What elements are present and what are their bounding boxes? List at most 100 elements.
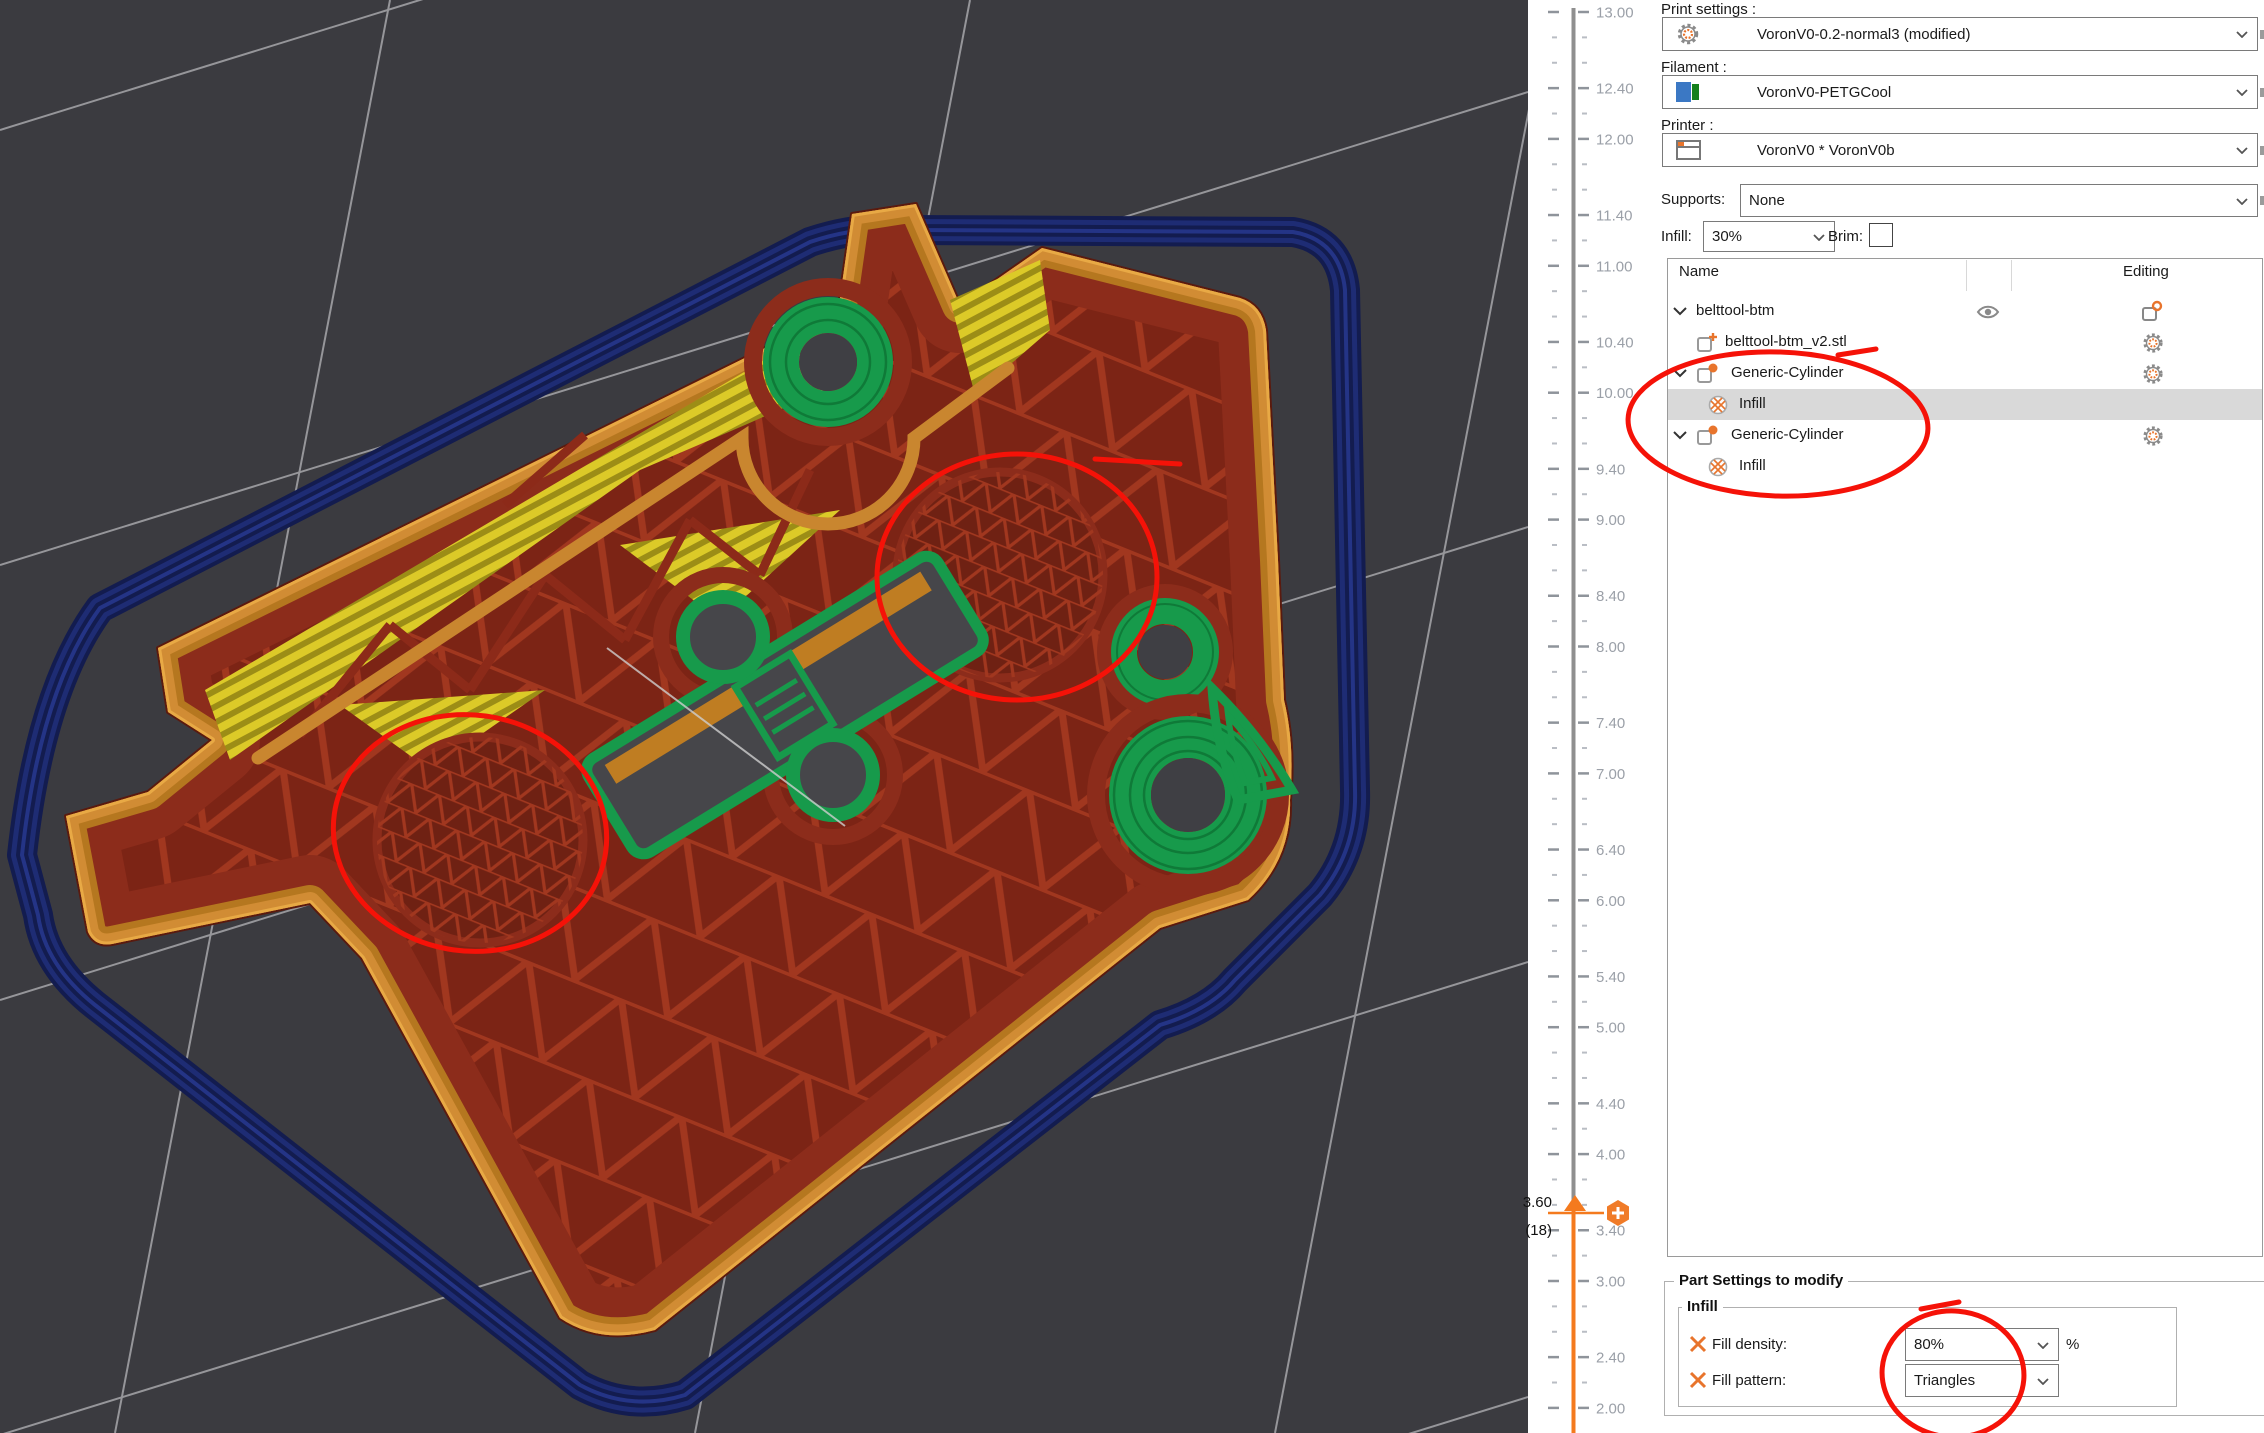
svg-text:8.40: 8.40 <box>1596 588 1625 605</box>
object-settings-icon[interactable] <box>2140 300 2164 324</box>
infill-group-title: Infill <box>1682 1298 1723 1315</box>
supports-value: None <box>1749 192 1785 209</box>
supports-combo[interactable]: None <box>1740 184 2258 217</box>
part-plus-icon <box>1695 331 1719 355</box>
printer-value: VoronV0 * VoronV0b <box>1757 142 1895 159</box>
svg-text:9.40: 9.40 <box>1596 461 1625 478</box>
tree-row-generic-cylinder-1[interactable]: Generic-Cylinder <box>1668 358 2262 389</box>
svg-text:3.00: 3.00 <box>1596 1274 1625 1291</box>
printer-label: Printer : <box>1661 117 1714 134</box>
gear-icon[interactable] <box>2141 331 2165 355</box>
brim-checkbox[interactable] <box>1869 223 1893 247</box>
chevron-down-icon <box>2236 198 2248 205</box>
tree-row-belttool-btm[interactable]: belttool-btm <box>1668 296 2262 327</box>
svg-text:7.00: 7.00 <box>1596 766 1625 783</box>
cutoff-button-mark <box>2260 88 2264 97</box>
chevron-down-icon <box>2037 1378 2049 1385</box>
print-settings-gear-icon <box>1675 21 1701 47</box>
svg-text:4.40: 4.40 <box>1596 1096 1625 1113</box>
chevron-down-icon <box>2236 147 2248 154</box>
print-settings-value: VoronV0-0.2-normal3 (modified) <box>1757 26 1970 43</box>
svg-text:8.00: 8.00 <box>1596 639 1625 656</box>
infill-label: Infill: <box>1661 228 1692 245</box>
tree-row-label: Infill <box>1739 395 1766 412</box>
tree-row-infill-2[interactable]: Infill <box>1668 451 2262 482</box>
svg-text:12.00: 12.00 <box>1596 131 1634 148</box>
tree-row-label: Infill <box>1739 457 1766 474</box>
layer-slider-track-upper[interactable] <box>1572 8 1576 1205</box>
brim-label: Brim: <box>1828 228 1863 245</box>
object-tree: Name Editing belttool-btm belttool-btm_v… <box>1667 258 2263 1257</box>
filament-color-icon <box>1675 80 1701 104</box>
3d-viewport[interactable] <box>0 0 1528 1433</box>
chevron-down-icon <box>2236 31 2248 38</box>
layer-slider-handle[interactable] <box>1564 1195 1586 1211</box>
layer-slider-track-lower[interactable] <box>1572 1205 1576 1433</box>
cutoff-button-mark <box>2260 196 2264 205</box>
tree-header-editing: Editing <box>2123 263 2169 280</box>
svg-text:10.00: 10.00 <box>1596 385 1634 402</box>
expander-chevron-icon[interactable] <box>1673 431 1687 440</box>
printer-combo[interactable]: VoronV0 * VoronV0b <box>1662 133 2258 167</box>
svg-text:11.40: 11.40 <box>1596 208 1632 225</box>
svg-text:4.00: 4.00 <box>1596 1147 1625 1164</box>
svg-text:6.00: 6.00 <box>1596 893 1625 910</box>
chevron-down-icon <box>1813 234 1825 241</box>
fill-density-value: 80% <box>1914 1336 1944 1353</box>
infill-sphere-icon <box>1706 455 1730 479</box>
tree-row-label: belttool-btm <box>1696 302 1774 319</box>
tree-column-separator <box>1966 260 1967 291</box>
prusaslicer-window: { "right_panel": { "print_settings_label… <box>0 0 2264 1433</box>
fill-density-label: Fill density: <box>1712 1336 1787 1353</box>
svg-text:10.40: 10.40 <box>1596 334 1634 351</box>
filament-label: Filament : <box>1661 59 1727 76</box>
cutoff-button-mark <box>2260 30 2264 39</box>
svg-text:2.40: 2.40 <box>1596 1350 1625 1367</box>
chevron-down-icon <box>2236 89 2248 96</box>
gear-icon[interactable] <box>2141 424 2165 448</box>
chevron-down-icon <box>2037 1342 2049 1349</box>
svg-text:9.00: 9.00 <box>1596 512 1625 529</box>
tree-row-infill-1-selected[interactable]: Infill <box>1668 389 2262 420</box>
layer-slider-current-value: 3.60 <box>1500 1194 1552 1211</box>
layer-slider-current-layer: (18) <box>1500 1222 1552 1239</box>
tree-row-label: Generic-Cylinder <box>1731 426 1844 443</box>
modifier-infill-patch-left <box>377 737 583 943</box>
part-settings-title: Part Settings to modify <box>1674 1272 1848 1289</box>
layer-slider[interactable]: 13.0012.4012.0011.4011.0010.4010.009.409… <box>1528 0 1664 1433</box>
print-settings-combo[interactable]: VoronV0-0.2-normal3 (modified) <box>1662 17 2258 51</box>
svg-text:12.40: 12.40 <box>1596 81 1634 98</box>
svg-text:3.40: 3.40 <box>1596 1223 1625 1240</box>
printer-icon <box>1675 138 1703 162</box>
infill-combo[interactable]: 30% <box>1703 221 1835 252</box>
svg-text:5.40: 5.40 <box>1596 969 1625 986</box>
supports-label: Supports: <box>1661 191 1725 208</box>
eye-icon[interactable] <box>1976 301 2000 323</box>
tree-row-label: Generic-Cylinder <box>1731 364 1844 381</box>
fill-pattern-value: Triangles <box>1914 1372 1975 1389</box>
svg-text:5.00: 5.00 <box>1596 1020 1625 1037</box>
infill-value: 30% <box>1712 228 1742 245</box>
fill-density-combo[interactable]: 80% <box>1905 1328 2059 1361</box>
svg-text:13.00: 13.00 <box>1596 5 1634 22</box>
modifier-dot-icon <box>1695 424 1719 448</box>
tree-header-name: Name <box>1679 263 1719 280</box>
tree-row-label: belttool-btm_v2.stl <box>1725 333 1847 350</box>
filament-value: VoronV0-PETGCool <box>1757 84 1891 101</box>
fill-density-suffix: % <box>2066 1336 2079 1353</box>
fill-pattern-combo[interactable]: Triangles <box>1905 1364 2059 1397</box>
tree-row-generic-cylinder-2[interactable]: Generic-Cylinder <box>1668 420 2262 451</box>
remove-setting-icon[interactable] <box>1689 1371 1707 1389</box>
gear-icon[interactable] <box>2141 362 2165 386</box>
svg-text:2.00: 2.00 <box>1596 1400 1625 1417</box>
svg-text:7.40: 7.40 <box>1596 715 1625 732</box>
expander-chevron-icon[interactable] <box>1673 369 1687 378</box>
filament-combo[interactable]: VoronV0-PETGCool <box>1662 75 2258 109</box>
svg-text:6.40: 6.40 <box>1596 842 1625 859</box>
fill-pattern-label: Fill pattern: <box>1712 1372 1786 1389</box>
cutoff-button-mark <box>2260 146 2264 155</box>
remove-setting-icon[interactable] <box>1689 1335 1707 1353</box>
tree-row-stl-part[interactable]: belttool-btm_v2.stl <box>1668 327 2262 358</box>
modifier-dot-icon <box>1695 362 1719 386</box>
expander-chevron-icon[interactable] <box>1673 307 1687 316</box>
